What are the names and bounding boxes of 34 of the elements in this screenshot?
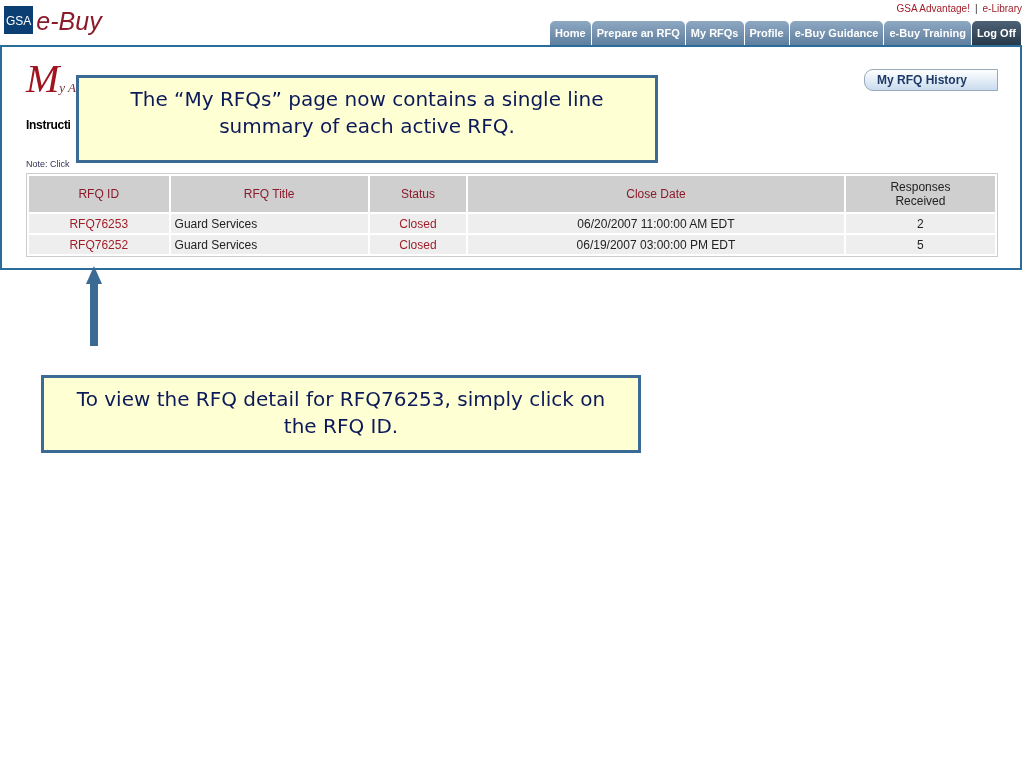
link-separator: | [974, 3, 978, 14]
column-header: Responses Received [845, 176, 995, 212]
column-header[interactable]: RFQ ID [29, 176, 169, 212]
table-cell: Guard Services [170, 214, 368, 233]
logo-badge: GSA [4, 6, 34, 34]
status-cell: Closed [369, 214, 467, 233]
nav-tab[interactable]: e-Buy Guidance [789, 21, 884, 45]
table-cell: 06/20/2007 11:00:00 AM EDT [468, 214, 844, 233]
nav-tab[interactable]: Prepare an RFQ [591, 21, 685, 45]
column-header[interactable]: Status [369, 176, 467, 212]
status-cell: Closed [369, 235, 467, 254]
rfq-id-link[interactable]: RFQ76252 [29, 235, 169, 254]
table-cell: 06/19/2007 03:00:00 PM EDT [468, 235, 844, 254]
page-title: My A [26, 55, 77, 102]
rfq-id-link[interactable]: RFQ76253 [29, 214, 169, 233]
nav-tab[interactable]: e-Buy Training [884, 21, 971, 45]
my-rfq-history-button[interactable]: My RFQ History [864, 69, 998, 91]
callout-box: To view the RFQ detail for RFQ76253, simply click on the RFQ ID. [41, 375, 641, 453]
table-cell: 2 [845, 214, 995, 233]
logo-text: e-Buy [36, 6, 102, 36]
sort-note: Note: Click [26, 159, 70, 169]
instructions-heading: Instructi [26, 118, 71, 132]
column-header[interactable]: Close Date [468, 176, 844, 212]
nav-tab[interactable]: Home [550, 21, 591, 45]
nav-tab[interactable]: My RFQs [685, 21, 744, 45]
column-header[interactable]: RFQ Title [170, 176, 368, 212]
header-link[interactable]: e-Library [982, 3, 1022, 14]
arrow-icon [86, 266, 102, 346]
callout-box: The “My RFQs” page now contains a single line summary of each active RFQ. [76, 75, 658, 163]
header-link[interactable]: GSA Advantage! [896, 3, 970, 14]
log-off-tab[interactable]: Log Off [971, 21, 1021, 45]
table-cell: 5 [845, 235, 995, 254]
nav-tab[interactable]: Profile [744, 21, 789, 45]
table-cell: Guard Services [170, 235, 368, 254]
